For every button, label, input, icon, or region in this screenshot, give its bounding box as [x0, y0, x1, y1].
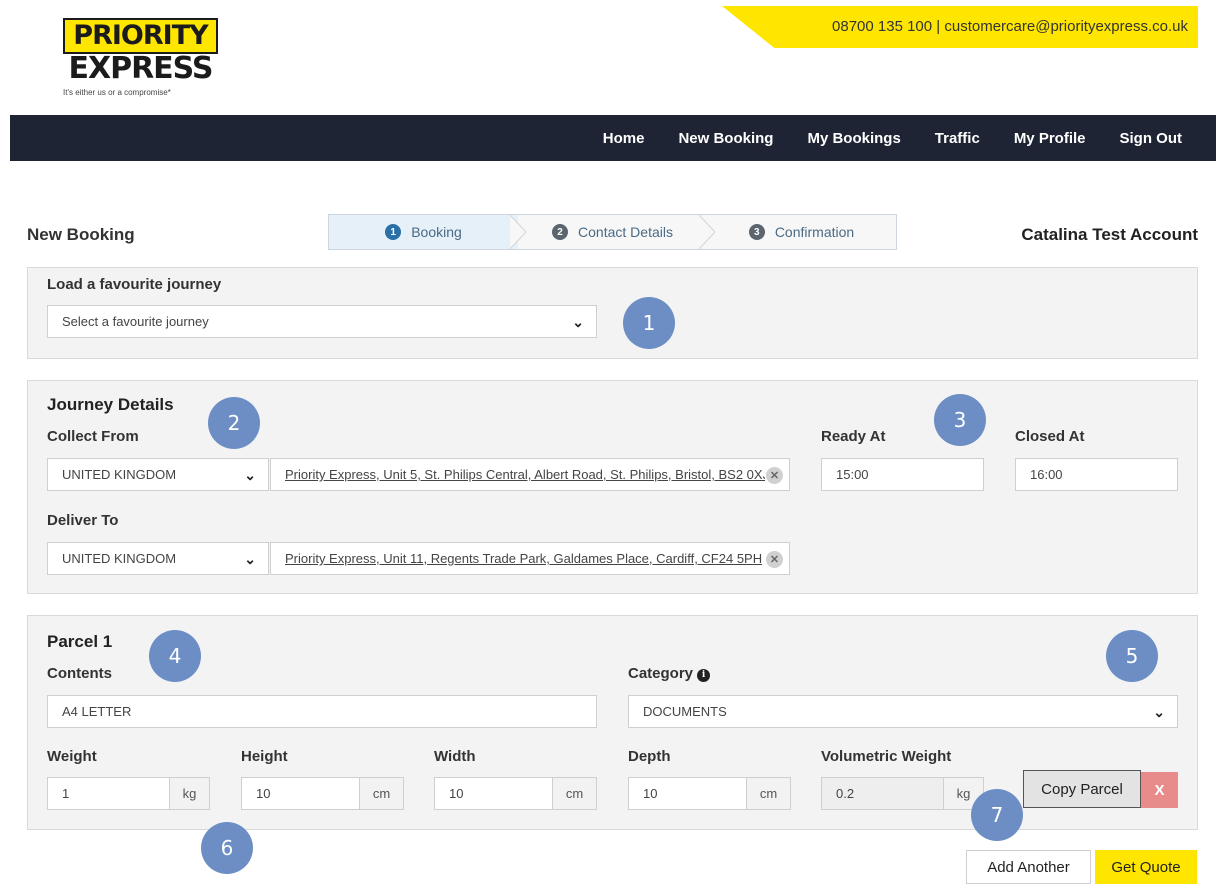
step-contact-details[interactable]: 2 Contact Details [518, 215, 716, 249]
clear-icon[interactable]: ✕ [766, 467, 783, 484]
category-select[interactable]: DOCUMENTS ⌄ [628, 695, 1178, 728]
height-input[interactable]: 10 cm [241, 777, 404, 810]
nav-home[interactable]: Home [603, 130, 645, 147]
category-label-text: Category [628, 665, 694, 682]
step-booking[interactable]: 1 Booking [329, 215, 527, 249]
chevron-down-icon: ⌄ [1153, 704, 1165, 720]
company-logo: PRIORITY EXPRESS It's either us or a com… [63, 18, 218, 97]
clear-icon[interactable]: ✕ [766, 551, 783, 568]
width-value: 10 [449, 786, 464, 801]
width-label: Width [434, 748, 476, 765]
category-value: DOCUMENTS [643, 704, 727, 719]
collect-address-value: Priority Express, Unit 5, St. Philips Ce… [285, 467, 765, 482]
contents-input[interactable]: A4 LETTER [47, 695, 597, 728]
main-navbar: Home New Booking My Bookings Traffic My … [10, 115, 1216, 161]
contents-value: A4 LETTER [62, 704, 132, 719]
booking-stepper: 1 Booking 2 Contact Details 3 Confirmati… [328, 214, 897, 250]
ready-at-value: 15:00 [836, 467, 869, 482]
ready-at-input[interactable]: 15:00 [821, 458, 984, 491]
collect-from-label: Collect From [47, 428, 139, 445]
get-quote-button[interactable]: Get Quote [1095, 850, 1197, 884]
collect-country-select[interactable]: UNITED KINGDOM ⌄ [47, 458, 269, 491]
chevron-down-icon: ⌄ [572, 314, 584, 330]
annotation-badge-7: 7 [971, 789, 1023, 841]
step-number: 2 [552, 224, 569, 240]
nav-my-profile[interactable]: My Profile [1014, 130, 1086, 147]
annotation-badge-4: 4 [149, 630, 201, 682]
contents-label: Contents [47, 665, 112, 682]
depth-input[interactable]: 10 cm [628, 777, 791, 810]
deliver-address-input[interactable]: Priority Express, Unit 11, Regents Trade… [270, 542, 790, 575]
step-divider-icon [698, 215, 716, 249]
depth-label: Depth [628, 748, 671, 765]
deliver-country-select[interactable]: UNITED KINGDOM ⌄ [47, 542, 269, 575]
depth-unit: cm [746, 778, 790, 809]
nav-sign-out[interactable]: Sign Out [1120, 130, 1183, 147]
deliver-address-value: Priority Express, Unit 11, Regents Trade… [285, 551, 763, 566]
journey-details-title: Journey Details [47, 395, 174, 414]
height-value: 10 [256, 786, 271, 801]
annotation-badge-5: 5 [1106, 630, 1158, 682]
height-unit: cm [359, 778, 403, 809]
annotation-badge-6: 6 [201, 822, 253, 874]
logo-text-bottom: EXPRESS [68, 51, 213, 86]
info-icon[interactable]: i [697, 668, 711, 682]
contact-info[interactable]: 08700 135 100 | customercare@priorityexp… [832, 18, 1188, 35]
page-title: New Booking [27, 225, 135, 244]
nav-traffic[interactable]: Traffic [935, 130, 980, 147]
collect-address-input[interactable]: Priority Express, Unit 5, St. Philips Ce… [270, 458, 790, 491]
parcel-title: Parcel 1 [47, 632, 113, 651]
remove-parcel-button[interactable]: X [1141, 772, 1178, 808]
closed-at-value: 16:00 [1030, 467, 1063, 482]
chevron-down-icon: ⌄ [244, 551, 256, 567]
contact-banner: 08700 135 100 | customercare@priorityexp… [722, 6, 1198, 48]
logo-tagline: It's either us or a compromise* [63, 88, 171, 97]
weight-input[interactable]: 1 kg [47, 777, 210, 810]
logo-text-top: PRIORITY [63, 18, 218, 54]
weight-unit: kg [169, 778, 209, 809]
width-input[interactable]: 10 cm [434, 777, 597, 810]
weight-value: 1 [62, 786, 70, 801]
nav-new-booking[interactable]: New Booking [678, 130, 773, 147]
width-unit: cm [552, 778, 596, 809]
step-label: Booking [411, 224, 462, 240]
favourite-journey-label: Load a favourite journey [47, 276, 222, 293]
volumetric-weight-label: Volumetric Weight [821, 748, 952, 765]
copy-parcel-button[interactable]: Copy Parcel [1023, 770, 1141, 808]
depth-value: 10 [643, 786, 658, 801]
annotation-badge-1: 1 [623, 297, 675, 349]
step-divider-icon [509, 215, 527, 249]
nav-my-bookings[interactable]: My Bookings [807, 130, 900, 147]
category-label: Category i [628, 665, 711, 682]
step-number: 1 [385, 224, 402, 240]
ready-at-label: Ready At [821, 428, 886, 445]
annotation-badge-2: 2 [208, 397, 260, 449]
deliver-to-label: Deliver To [47, 512, 119, 529]
step-number: 3 [748, 224, 765, 240]
step-label: Contact Details [578, 224, 673, 240]
volumetric-weight-field: 0.2 kg [821, 777, 984, 810]
step-confirmation[interactable]: 3 Confirmation [707, 215, 896, 249]
favourite-journey-value: Select a favourite journey [62, 314, 209, 329]
step-label: Confirmation [774, 224, 855, 240]
favourite-journey-select[interactable]: Select a favourite journey ⌄ [47, 305, 597, 338]
add-another-button[interactable]: Add Another [966, 850, 1091, 884]
height-label: Height [241, 748, 288, 765]
collect-country-value: UNITED KINGDOM [62, 467, 177, 482]
volumetric-weight-value: 0.2 [836, 786, 855, 801]
account-name: Catalina Test Account [1021, 225, 1198, 244]
deliver-country-value: UNITED KINGDOM [62, 551, 177, 566]
chevron-down-icon: ⌄ [244, 467, 256, 483]
closed-at-label: Closed At [1015, 428, 1085, 445]
closed-at-input[interactable]: 16:00 [1015, 458, 1178, 491]
annotation-badge-3: 3 [934, 394, 986, 446]
weight-label: Weight [47, 748, 97, 765]
